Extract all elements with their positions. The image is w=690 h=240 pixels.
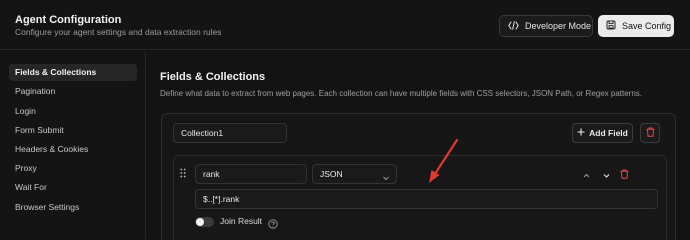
- delete-field-icon[interactable]: [620, 166, 629, 184]
- developer-mode-button[interactable]: Developer Mode: [499, 15, 593, 37]
- drag-handle-icon[interactable]: [180, 165, 186, 183]
- sidebar-item-headers-cookies[interactable]: Headers & Cookies: [9, 141, 137, 158]
- sidebar-item-form-submit[interactable]: Form Submit: [9, 122, 137, 139]
- sidebar-item-browser-settings[interactable]: Browser Settings: [9, 199, 137, 216]
- sidebar-item-login[interactable]: Login: [9, 103, 137, 120]
- save-config-button[interactable]: Save Config: [598, 15, 674, 37]
- section-title: Fields & Collections: [160, 71, 266, 83]
- delete-collection-button[interactable]: [640, 123, 660, 143]
- field-card: rank JSON $..[*].rank Join Result: [173, 155, 667, 240]
- chevron-down-icon: [382, 170, 390, 188]
- code-icon: [508, 20, 519, 32]
- plus-icon: [577, 128, 585, 138]
- move-down-icon[interactable]: [602, 167, 611, 185]
- help-icon[interactable]: [268, 216, 278, 234]
- collection-card: Collection1 Add Field rank JSON $..[*].r…: [161, 113, 676, 240]
- sidebar-item-pagination[interactable]: Pagination: [9, 83, 137, 100]
- field-type-value: JSON: [320, 169, 343, 179]
- save-icon: [606, 20, 616, 32]
- section-description: Define what data to extract from web pag…: [160, 89, 643, 98]
- page-title: Agent Configuration: [15, 14, 122, 26]
- add-field-button[interactable]: Add Field: [572, 123, 633, 143]
- join-result-toggle[interactable]: [195, 217, 214, 227]
- move-up-icon[interactable]: [582, 167, 591, 185]
- main-content: Fields & Collections Define what data to…: [147, 51, 690, 240]
- field-type-select[interactable]: JSON: [312, 164, 397, 184]
- developer-mode-label: Developer Mode: [525, 21, 592, 31]
- sidebar: Fields & Collections Pagination Login Fo…: [0, 51, 146, 239]
- annotation-arrow-icon: [425, 137, 461, 190]
- collection-name-input[interactable]: Collection1: [173, 123, 287, 143]
- sidebar-item-wait-for[interactable]: Wait For: [9, 179, 137, 196]
- trash-icon: [646, 124, 655, 142]
- save-config-label: Save Config: [622, 21, 672, 31]
- sidebar-item-proxy[interactable]: Proxy: [9, 160, 137, 177]
- top-bar: Agent Configuration Configure your agent…: [0, 0, 690, 50]
- selector-input[interactable]: $..[*].rank: [195, 189, 658, 209]
- toggle-knob: [196, 218, 204, 226]
- page-subtitle: Configure your agent settings and data e…: [15, 27, 222, 37]
- add-field-label: Add Field: [589, 128, 628, 138]
- join-result-label: Join Result: [220, 216, 263, 226]
- field-name-input[interactable]: rank: [195, 164, 307, 184]
- sidebar-item-fields-collections[interactable]: Fields & Collections: [9, 64, 137, 81]
